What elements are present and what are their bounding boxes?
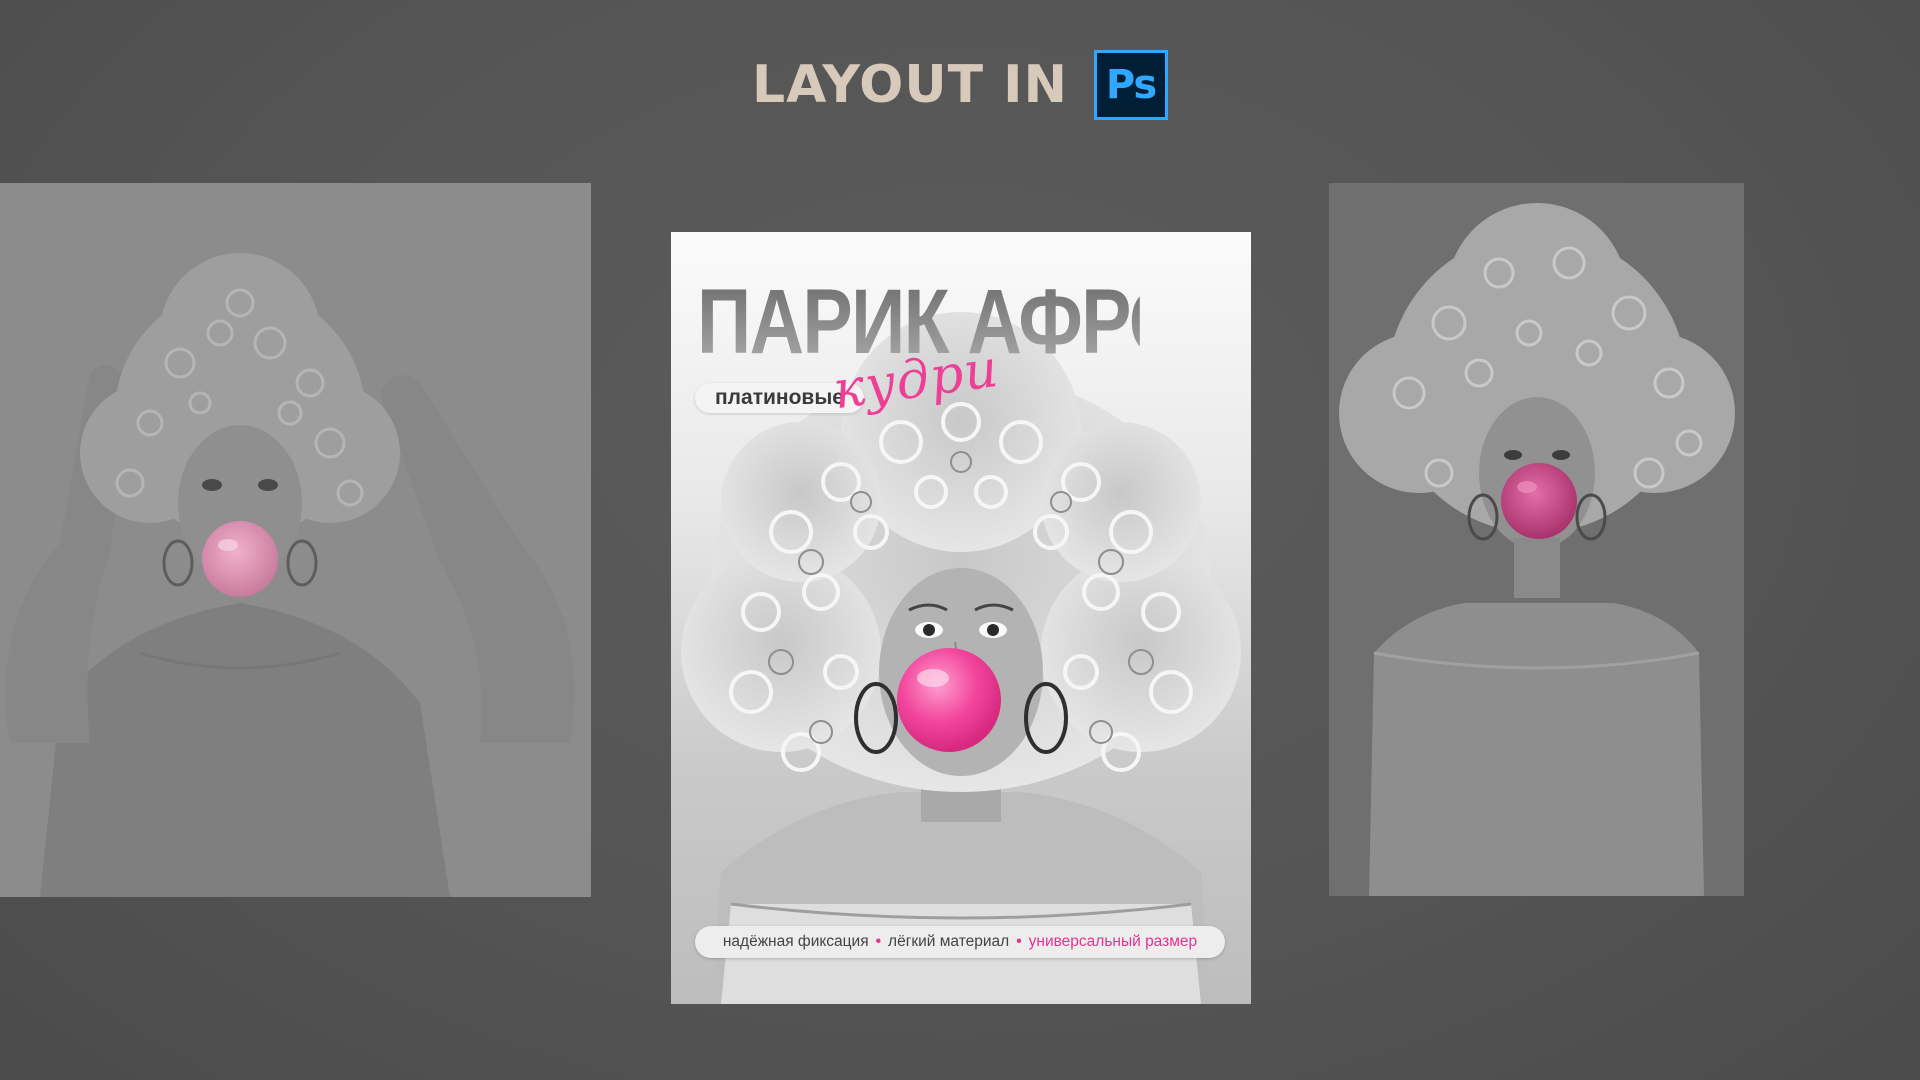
header: LAYOUT IN Ps — [0, 44, 1920, 126]
subtitle-text: платиновые — [715, 386, 844, 409]
feature-size: универсальный размер — [1028, 933, 1198, 950]
feature-separator: • — [1016, 933, 1022, 950]
feature-separator: • — [875, 933, 882, 950]
feature-material: лёгкий материал — [888, 933, 1010, 950]
right-preview-image — [1329, 183, 1744, 896]
photoshop-logo-icon: Ps — [1094, 50, 1169, 120]
features-bar: надёжная фиксация • лёгкий материал • ун… — [695, 926, 1225, 958]
woman-standing-illustration — [1329, 183, 1744, 896]
photoshop-logo-text: Ps — [1105, 62, 1157, 108]
header-title: LAYOUT IN — [751, 55, 1069, 115]
woman-arms-raised-illustration — [0, 183, 591, 897]
poster-layout: ПАРИК АФРО платиновые кудри надёжная фик… — [671, 232, 1251, 1004]
feature-fixation: надёжная фиксация — [722, 933, 869, 950]
left-preview-image — [0, 183, 591, 897]
